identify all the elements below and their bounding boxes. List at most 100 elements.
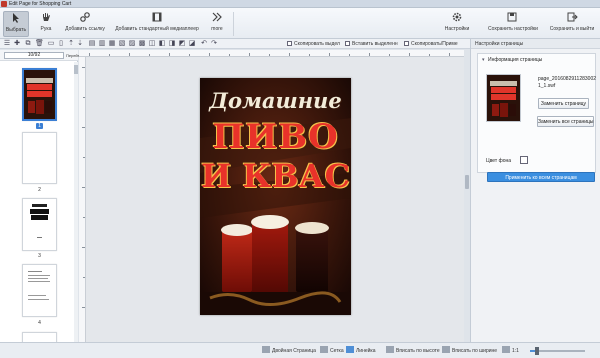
move-up-icon[interactable]: ⇡ <box>67 40 75 48</box>
page-thumbnail-1[interactable] <box>22 68 57 121</box>
copy-selected-button[interactable]: Скопировать выдел <box>287 39 340 49</box>
send-back-icon[interactable]: ◨ <box>168 40 176 48</box>
media-player-icon <box>152 12 162 22</box>
replace-all-pages-button[interactable]: Заменить все страницы <box>537 116 594 127</box>
undo-icon[interactable]: ↶ <box>200 40 208 48</box>
page-icon[interactable]: ▭ <box>47 40 55 48</box>
actual-size-icon <box>502 346 510 353</box>
page-settings-panel: Настройки страницы ▾ Информация страницы… <box>470 39 600 342</box>
page-info-section-title[interactable]: ▾ Информация страницы <box>480 56 594 64</box>
add-page-icon[interactable]: ✚ <box>13 40 21 48</box>
title-page-thumbnail-image <box>30 204 49 238</box>
page-list-panel: 10/92 Перейти 1 2 3 4 <box>0 50 82 342</box>
delete-page-icon[interactable]: 🗑 <box>35 40 44 48</box>
distribute-icon[interactable]: ▧ <box>118 40 126 48</box>
hand-icon <box>43 13 50 21</box>
cover-title-line-2: ПИВО <box>212 117 339 157</box>
page-number-input[interactable]: 10/92 <box>4 52 64 59</box>
ruler-toggle[interactable]: Линейка <box>346 346 376 356</box>
text-page-thumbnail-image <box>28 271 50 300</box>
add-link-button[interactable]: Добавить ссылку <box>62 11 108 37</box>
current-page-preview <box>486 74 521 122</box>
status-bar: Двойная Страница Сетка Линейка Вписать п… <box>0 342 600 358</box>
page-thumbnail-5[interactable] <box>22 332 57 342</box>
ribbon-separator <box>233 12 234 36</box>
align-right-icon[interactable]: ▦ <box>108 40 116 48</box>
layer-up-icon[interactable]: ▨ <box>128 40 136 48</box>
copy-apply-icon <box>404 41 409 46</box>
cover-artwork <box>200 78 351 315</box>
fit-width-icon <box>442 346 450 353</box>
copy-page-icon[interactable]: ⧉ <box>24 40 32 48</box>
ruler-icon <box>346 346 354 353</box>
zoom-slider[interactable] <box>530 347 585 355</box>
ribbon-toolbar: Выбрать Рука Добавить ссылку Добавить ст… <box>0 8 600 39</box>
page-number-3: 3 <box>38 253 41 259</box>
link-icon <box>80 12 90 22</box>
page-number-4: 4 <box>38 320 41 326</box>
page-thumbnail-4[interactable] <box>22 264 57 317</box>
group-icon[interactable]: ◩ <box>178 40 186 48</box>
list-icon[interactable]: ☰ <box>3 40 11 48</box>
copy-apply-button[interactable]: Скопировать/Приме <box>404 39 458 49</box>
save-icon <box>507 12 517 22</box>
panel-splitter-handle[interactable] <box>465 175 469 189</box>
replace-page-button[interactable]: Заменить страницу <box>538 98 589 109</box>
collapse-triangle-icon: ▾ <box>482 57 485 63</box>
save-and-exit-button[interactable]: Сохранить и выйти <box>546 11 598 37</box>
more-button[interactable]: more <box>206 11 228 37</box>
move-down-icon[interactable]: ⇣ <box>76 40 84 48</box>
grid-toggle[interactable]: Сетка <box>320 346 344 356</box>
fit-height-button[interactable]: Вписать по высоте <box>386 346 440 356</box>
cursor-icon <box>13 13 19 23</box>
move-page-icon[interactable]: ▯ <box>57 40 65 48</box>
paste-icon <box>345 41 350 46</box>
align-left-icon[interactable]: ▤ <box>88 40 96 48</box>
page-number-2: 2 <box>38 187 41 193</box>
thumbnail-list: 1 2 3 4 <box>0 62 74 342</box>
vertical-ruler <box>79 57 86 342</box>
align-center-icon[interactable]: ▥ <box>98 40 106 48</box>
current-page-preview-image <box>487 75 520 121</box>
page-thumbnail-2[interactable] <box>22 132 57 184</box>
page-navigator: 10/92 Перейти <box>0 50 82 61</box>
background-color-checkbox[interactable] <box>520 156 528 164</box>
scrollbar-thumb[interactable] <box>74 65 78 74</box>
settings-button[interactable]: Настройки <box>443 11 471 37</box>
gear-icon <box>452 12 462 22</box>
title-bar: Edit Page for Shopping Cart <box>0 0 600 8</box>
zoom-slider-knob[interactable] <box>534 347 539 355</box>
layer-down-icon[interactable]: ▩ <box>138 40 146 48</box>
redo-icon[interactable]: ↷ <box>210 40 218 48</box>
horizontal-ruler <box>79 50 464 57</box>
thumbnail-scrollbar[interactable] <box>74 62 78 342</box>
select-button[interactable]: Выбрать <box>3 11 29 37</box>
exit-icon <box>567 12 578 22</box>
hand-button[interactable]: Рука <box>35 11 57 37</box>
beer-glass-left <box>222 228 252 292</box>
page-number-1: 1 <box>36 123 43 129</box>
edit-toolbar: ☰ ✚ ⧉ 🗑 ▭ ▯ ⇡ ⇣ ▤ ▥ ▦ ▧ ▨ ▩ ◫ ◧ ◨ ◩ ◪ ↶ … <box>0 39 470 49</box>
add-media-player-button[interactable]: Добавить стандартный медиаплеер <box>113 11 201 37</box>
ungroup-icon[interactable]: ◪ <box>188 40 196 48</box>
fit-height-icon <box>386 346 394 353</box>
cover-thumbnail-image <box>24 70 55 119</box>
page-settings-header: Настройки страницы <box>471 39 600 49</box>
more-icon <box>212 12 222 22</box>
page-thumbnail-3[interactable] <box>22 198 57 251</box>
window-title: Edit Page for Shopping Cart <box>9 1 72 7</box>
page-info-section: ▾ Информация страницы page_2016082911283… <box>477 53 596 182</box>
book-cover-page <box>200 78 351 315</box>
bring-front-icon[interactable]: ◧ <box>158 40 166 48</box>
double-page-icon <box>262 346 270 353</box>
background-color-label: Цвет фона <box>486 158 512 164</box>
save-settings-button[interactable]: Сохранить настройки <box>488 11 538 37</box>
paste-selected-button[interactable]: Вставить выделенн <box>345 39 398 49</box>
cover-title-line-1: Домашние <box>209 88 342 113</box>
apply-to-all-pages-button[interactable]: Применить ко всем страницам <box>487 172 595 182</box>
actual-size-button[interactable]: 1:1 <box>502 346 519 356</box>
size-icon[interactable]: ◫ <box>148 40 156 48</box>
double-page-toggle[interactable]: Двойная Страница <box>262 346 316 356</box>
fit-width-button[interactable]: Вписать по ширине <box>442 346 497 356</box>
cover-title-line-3: И КВАС <box>200 157 351 195</box>
